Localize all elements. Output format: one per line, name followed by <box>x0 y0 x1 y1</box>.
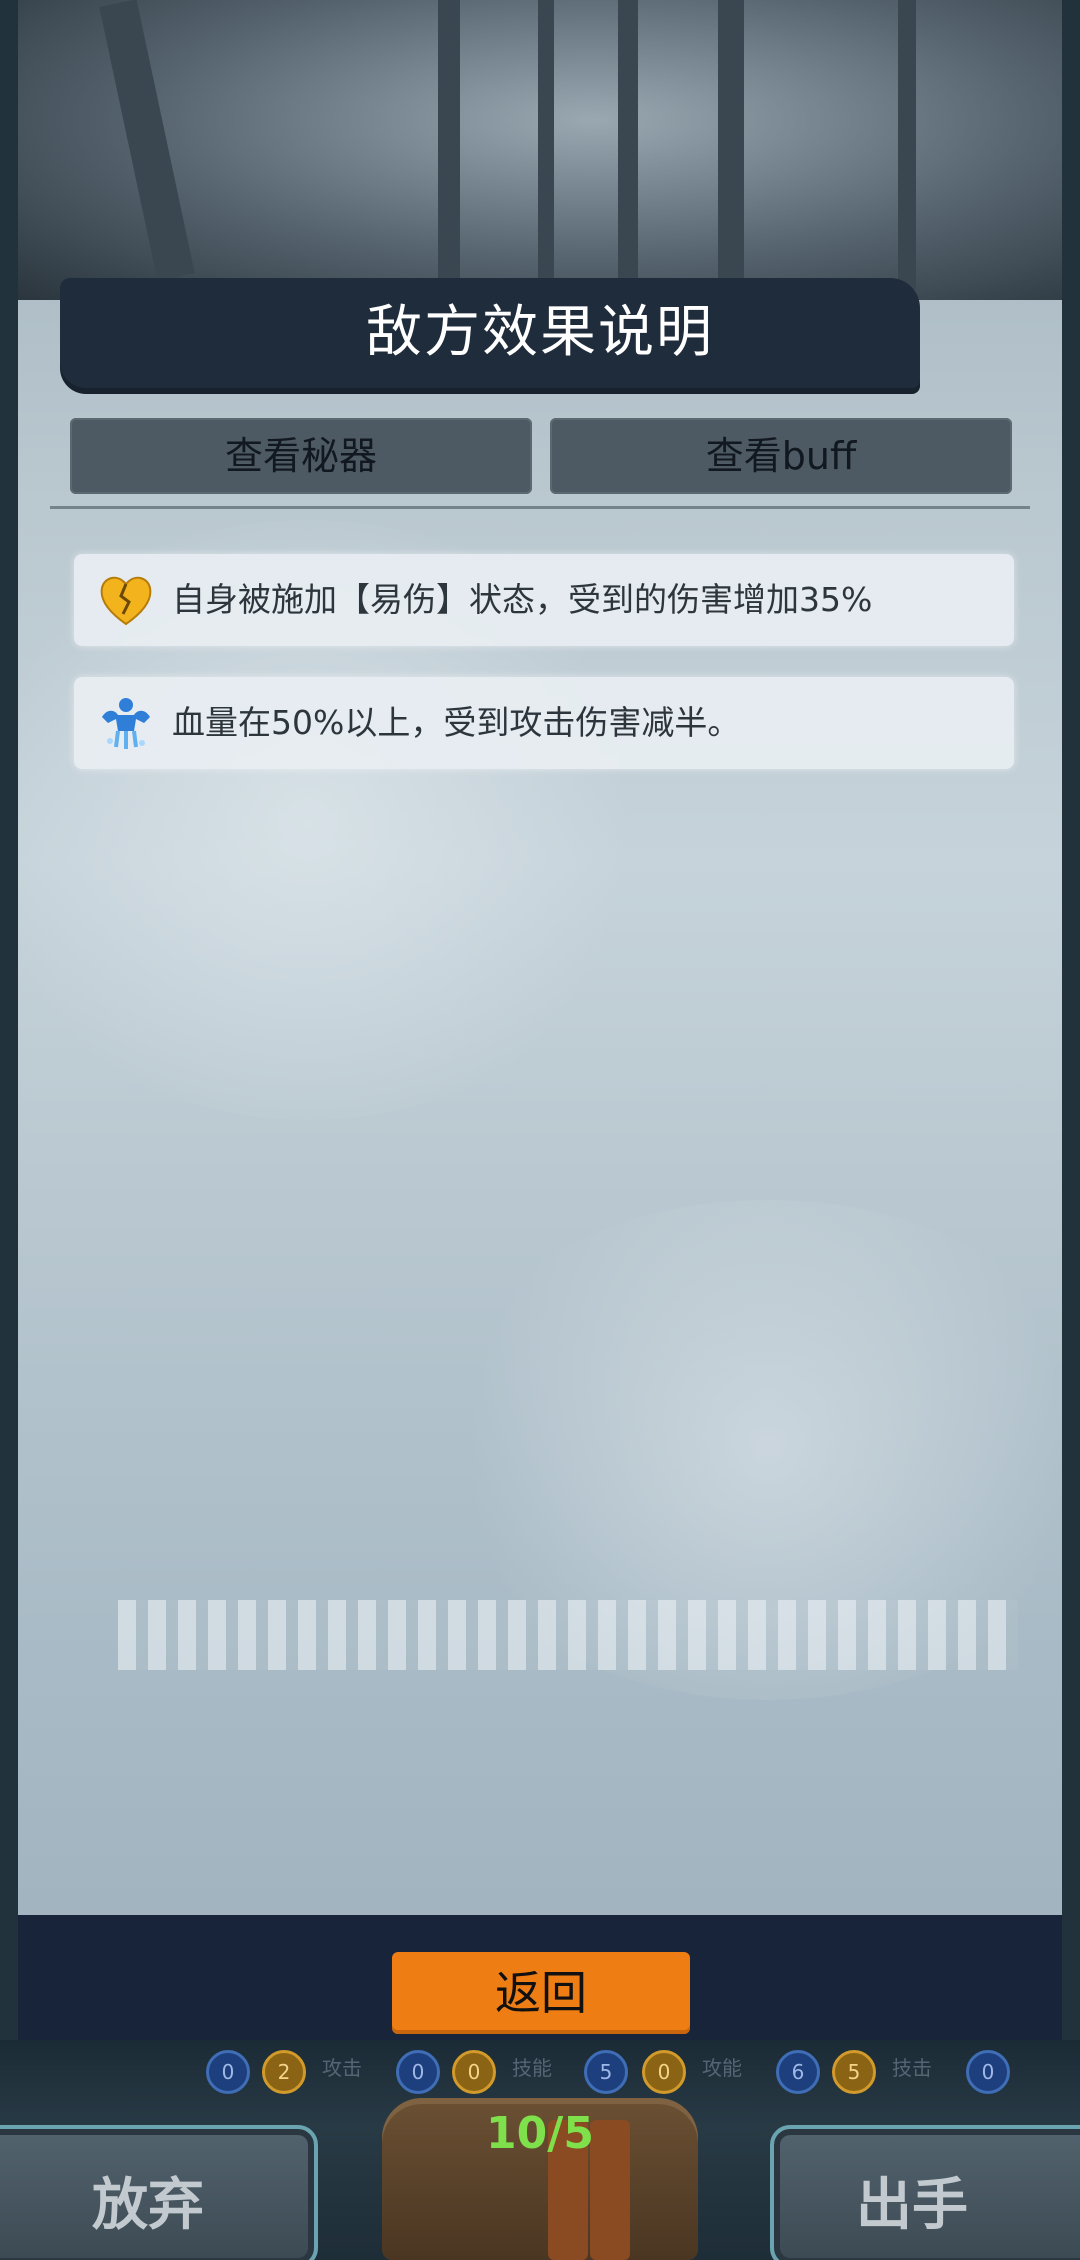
frost-texture <box>118 1600 1018 1670</box>
divider <box>50 506 1030 509</box>
counter-dot: 0 <box>642 2050 686 2094</box>
counter-dot: 6 <box>776 2050 820 2094</box>
counter-label: 技能 <box>512 2056 552 2080</box>
forest-background <box>18 0 1062 300</box>
card-count: 10/5 <box>486 2108 594 2159</box>
counter-dot: 0 <box>966 2050 1010 2094</box>
give-up-label: 放弃 <box>92 2173 204 2238</box>
frozen-muscle-icon <box>102 698 150 749</box>
counter-label: 攻能 <box>702 2056 742 2080</box>
game-screen: 敌方效果说明 查看秘器 查看buff 自身被施加【易伤】状态，受到的伤害增加35… <box>0 0 1080 2260</box>
view-mystic-items-button[interactable]: 查看秘器 <box>70 418 532 494</box>
counter-dot: 0 <box>396 2050 440 2094</box>
counter-dot: 0 <box>452 2050 496 2094</box>
counter-dot: 5 <box>584 2050 628 2094</box>
view-buff-button[interactable]: 查看buff <box>550 418 1012 494</box>
back-button[interactable]: 返回 <box>392 1952 690 2034</box>
counter-label: 技击 <box>892 2056 932 2080</box>
effect-description: 血量在50%以上，受到攻击伤害减半。 <box>172 703 741 742</box>
effect-description: 自身被施加【易伤】状态，受到的伤害增加35% <box>172 580 873 619</box>
page-title: 敌方效果说明 <box>366 300 714 365</box>
counter-label: 攻击 <box>322 2056 362 2080</box>
effect-item-damage-reduction: 血量在50%以上，受到攻击伤害减半。 <box>74 677 1014 769</box>
counter-dot: 2 <box>262 2050 306 2094</box>
effect-item-vulnerable: 自身被施加【易伤】状态，受到的伤害增加35% <box>74 554 1014 646</box>
broken-heart-icon <box>100 576 152 626</box>
play-label: 出手 <box>856 2173 968 2238</box>
counter-dot: 5 <box>832 2050 876 2094</box>
counter-dot: 0 <box>206 2050 250 2094</box>
